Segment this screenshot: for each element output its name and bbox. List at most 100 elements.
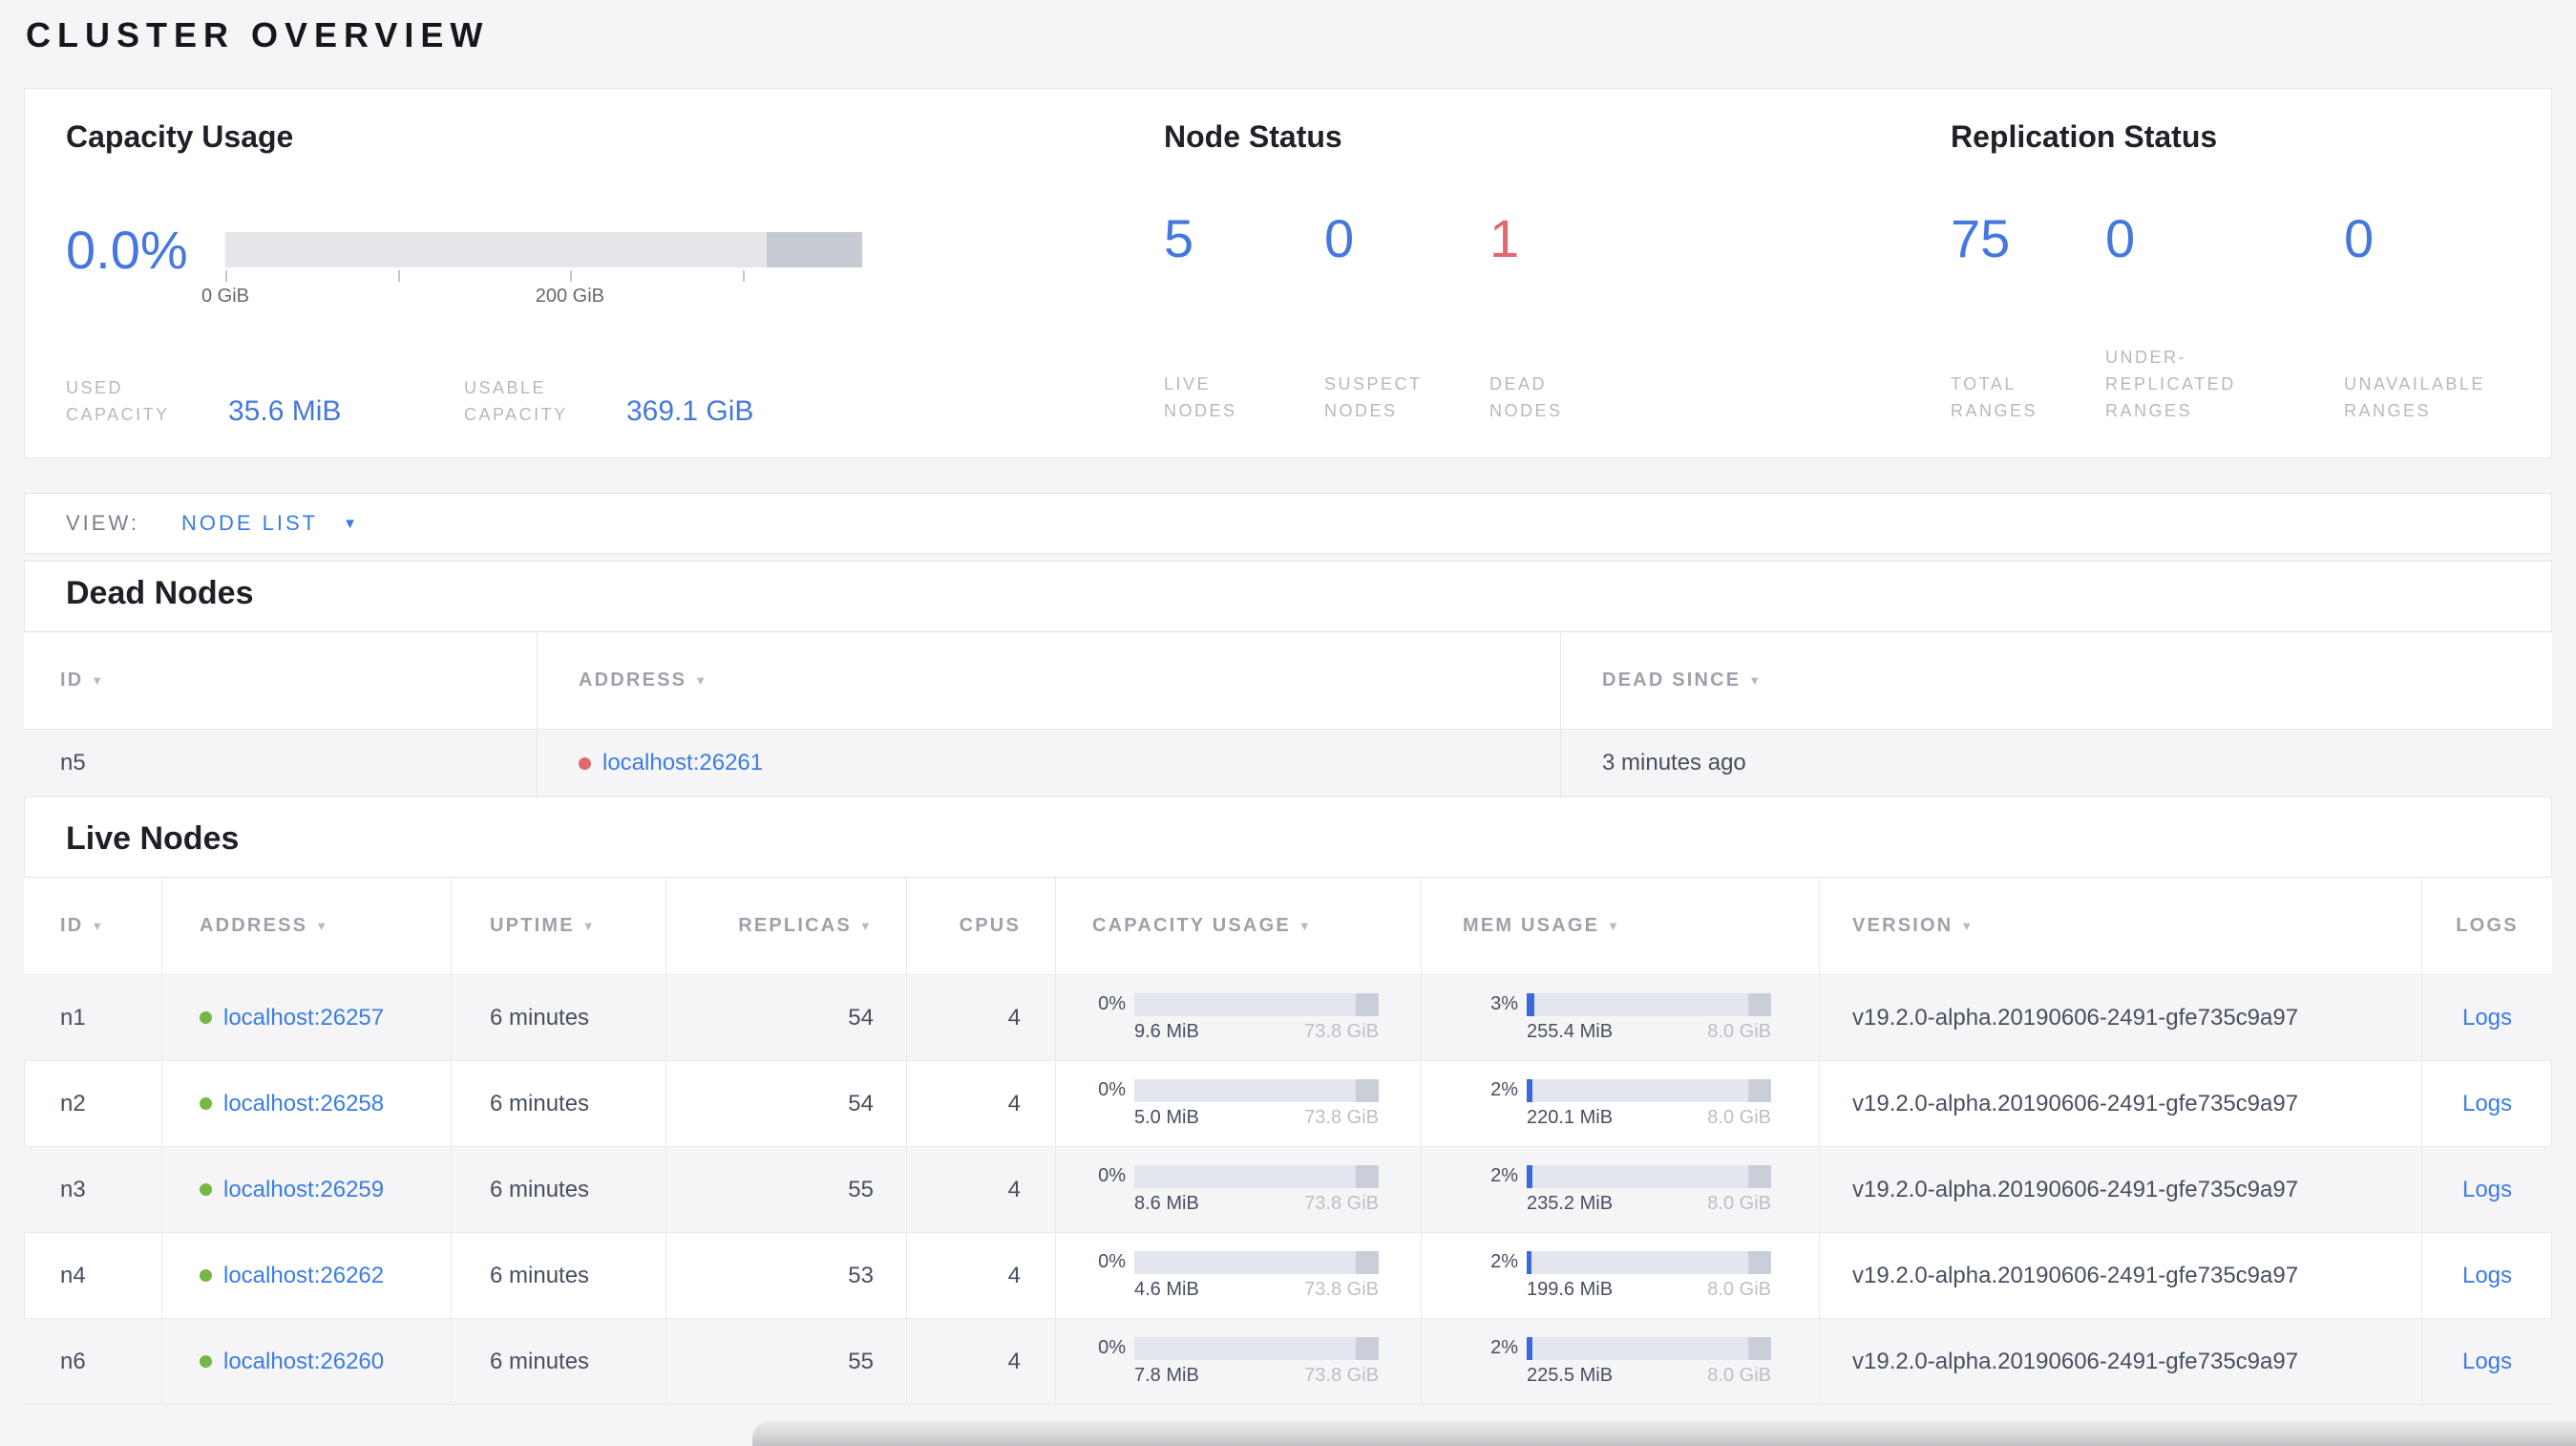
column-header-id[interactable]: ID ▼ [24,878,161,974]
dead-nodes-value: 1 [1489,208,1520,268]
capacity-stats: USED CAPACITY 35.6 MiB USABLE CAPACITY 3… [66,362,1116,429]
capacity-used-value: 5.0 MiB [1134,1106,1199,1128]
capacity-usage-bar [1134,1164,1379,1188]
live-nodes-stat: 5 LIVE NODES [1164,208,1237,425]
logs-link[interactable]: Logs [2462,1349,2512,1375]
capacity-usage-end-segment [1355,1078,1379,1102]
capacity-usage-end-segment [1355,992,1379,1016]
node-cpus: 4 [906,1319,1055,1404]
node-logs-cell: Logs [2421,975,2552,1060]
capacity-used-value: 4.6 MiB [1134,1278,1199,1300]
node-version: v19.2.0-alpha.20190606-2491-gfe735c9a97 [1819,1061,2421,1146]
column-header-dead-since[interactable]: DEAD SINCE ▼ [1560,632,2552,729]
node-uptime: 6 minutes [451,1061,665,1146]
mem-used-value: 225.5 MiB [1527,1364,1614,1386]
node-cpus: 4 [906,1061,1055,1146]
sort-caret-icon: ▼ [1298,919,1313,933]
mem-usage-end-segment [1747,1336,1771,1360]
capacity-usage-title: Capacity Usage [66,119,294,154]
capacity-percent: 0% [1098,1079,1126,1100]
node-address-link[interactable]: localhost:26262 [223,1263,384,1289]
node-id: n4 [60,1262,86,1288]
capacity-usage-bar [1134,1336,1379,1360]
replication-status-title: Replication Status [1951,119,2218,154]
node-replicas: 54 [665,1061,906,1146]
dead-nodes-stat: 1 DEAD NODES [1489,208,1563,425]
column-header-uptime[interactable]: UPTIME ▼ [451,878,665,974]
sort-caret-icon: ▼ [315,919,330,933]
capacity-percent-value: 0.0% [66,220,188,280]
capacity-total-value: 73.8 GiB [1304,1278,1379,1300]
capacity-used-value: 9.6 MiB [1134,1020,1199,1042]
node-logs-cell: Logs [2421,1319,2552,1404]
column-header-version[interactable]: VERSION ▼ [1819,878,2421,974]
mem-usage-fill [1527,1250,1532,1274]
node-address-link[interactable]: localhost:26260 [223,1349,384,1375]
node-version: v19.2.0-alpha.20190606-2491-gfe735c9a97 [1819,1147,2421,1232]
node-address-link[interactable]: localhost:26259 [223,1177,384,1203]
node-dead-status-icon [579,756,591,770]
capacity-percent: 0% [1098,993,1126,1014]
view-mode-selected[interactable]: NODE LIST [181,511,318,536]
column-header-address[interactable]: ADDRESS ▼ [161,878,451,974]
node-cpus: 4 [906,975,1055,1060]
node-uptime: 6 minutes [451,1233,665,1318]
usable-capacity-label: USABLE CAPACITY [464,378,568,425]
capacity-percent: 0% [1098,1337,1126,1358]
node-address-link[interactable]: localhost:26258 [223,1091,384,1117]
capacity-used-value: 8.6 MiB [1134,1192,1199,1214]
sort-caret-icon: ▼ [91,673,106,688]
used-capacity-stat: USED CAPACITY 35.6 MiB [66,375,341,429]
capacity-total-value: 73.8 GiB [1304,1192,1379,1214]
node-address-link[interactable]: localhost:26257 [223,1005,384,1031]
live-nodes-value: 5 [1164,208,1194,268]
sort-caret-icon: ▼ [1748,673,1763,688]
mem-usage-bar [1527,992,1771,1016]
node-capacity-usage-cell: 0% 5.0 MiB 73.8 GiB [1055,1061,1421,1146]
usable-capacity-value: 369.1 GiB [626,395,754,427]
capacity-gauge-bar [225,232,862,267]
node-live-status-icon [200,1269,212,1282]
mem-usage-bar [1527,1078,1771,1102]
suspect-nodes-value: 0 [1324,208,1355,268]
logs-link[interactable]: Logs [2462,1005,2512,1031]
logs-link[interactable]: Logs [2462,1091,2512,1117]
node-address-link[interactable]: localhost:26261 [602,750,763,776]
node-cpus: 4 [906,1233,1055,1318]
node-live-status-icon [200,1183,212,1196]
sort-caret-icon: ▼ [91,919,106,933]
view-mode-dropdown[interactable]: NODE LIST ▼ [181,511,357,536]
capacity-gauge-axis: 0 GiB 200 GiB [201,286,862,310]
capacity-gauge-ticks [225,267,862,282]
column-header-capacity-usage[interactable]: CAPACITY USAGE ▼ [1055,878,1421,974]
node-capacity-usage-cell: 0% 4.6 MiB 73.8 GiB [1055,1233,1421,1318]
sort-caret-icon: ▼ [694,673,709,688]
live-nodes-table: ID ▼ ADDRESS ▼ UPTIME ▼ REPLICAS ▼ CPUS CAPA… [24,877,2552,1405]
column-header-address[interactable]: ADDRESS ▼ [537,632,1560,729]
dead-nodes-label: DEAD NODES [1489,374,1563,421]
node-address-cell: localhost:26257 [161,975,451,1060]
node-address-cell: localhost:26259 [161,1147,451,1232]
table-row: n4 localhost:26262 6 minutes 53 4 0% 4.6… [24,1233,2552,1319]
logs-link[interactable]: Logs [2462,1263,2512,1289]
node-replicas: 54 [665,975,906,1060]
capacity-usage-panel: Capacity Usage 0.0% 0 GiB 200 GiB USED C… [66,89,1145,457]
node-status-title: Node Status [1164,119,1342,154]
capacity-total-value: 73.8 GiB [1304,1106,1379,1128]
nodes-tables-card: Dead Nodes ID ▼ ADDRESS ▼ DEAD SINCE ▼ n… [24,561,2552,1405]
capacity-percent: 0% [1098,1251,1126,1272]
sort-caret-icon: ▼ [1960,919,1975,933]
mem-usage-bar [1527,1250,1771,1274]
column-header-id[interactable]: ID ▼ [24,632,537,729]
column-header-mem-usage[interactable]: MEM USAGE ▼ [1421,878,1819,974]
logs-link[interactable]: Logs [2462,1177,2512,1203]
column-header-replicas[interactable]: REPLICAS ▼ [665,878,906,974]
node-uptime: 6 minutes [451,1319,665,1404]
capacity-percent: 0% [1098,1165,1126,1186]
table-row: n2 localhost:26258 6 minutes 54 4 0% 5.0… [24,1061,2552,1147]
capacity-usage-end-segment [1355,1164,1379,1188]
node-logs-cell: Logs [2421,1061,2552,1146]
suspect-nodes-stat: 0 SUSPECT NODES [1324,208,1423,425]
column-header-cpus[interactable]: CPUS [906,878,1055,974]
node-live-status-icon [200,1097,212,1110]
